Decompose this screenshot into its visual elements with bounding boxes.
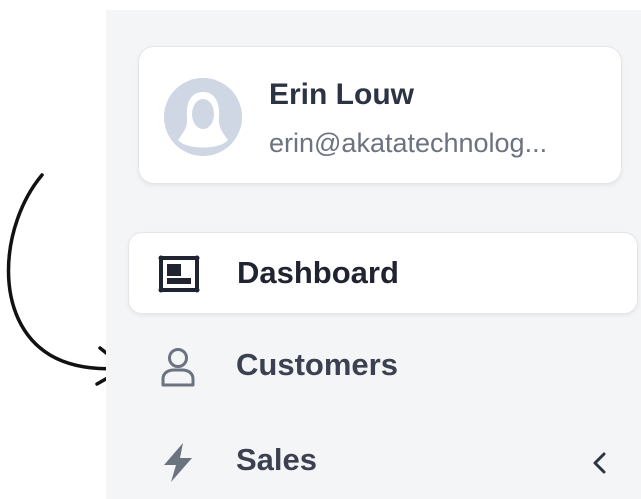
sidebar: Erin Louw erin@akatatechnolog... Dashboa…: [106, 10, 641, 499]
user-profile-card[interactable]: Erin Louw erin@akatatechnolog...: [138, 46, 622, 184]
dashboard-icon: [157, 253, 201, 297]
avatar-placeholder-icon: [164, 78, 242, 156]
avatar[interactable]: [164, 78, 242, 156]
nav-item-sales[interactable]: Sales: [128, 420, 638, 499]
user-email: erin@akatatechnolog...: [269, 128, 548, 158]
nav-item-customers[interactable]: Customers: [128, 325, 638, 407]
nav-label-sales: Sales: [236, 442, 318, 477]
user-icon: [156, 345, 200, 389]
screenshot-canvas: Erin Louw erin@akatatechnolog... Dashboa…: [0, 0, 641, 499]
nav-label-dashboard: Dashboard: [237, 255, 399, 290]
nav-label-customers: Customers: [236, 347, 398, 382]
lightning-icon: [156, 440, 200, 484]
nav-item-dashboard[interactable]: Dashboard: [128, 232, 638, 314]
chevron-left-icon[interactable]: [590, 450, 610, 476]
user-name: Erin Louw: [269, 78, 414, 111]
